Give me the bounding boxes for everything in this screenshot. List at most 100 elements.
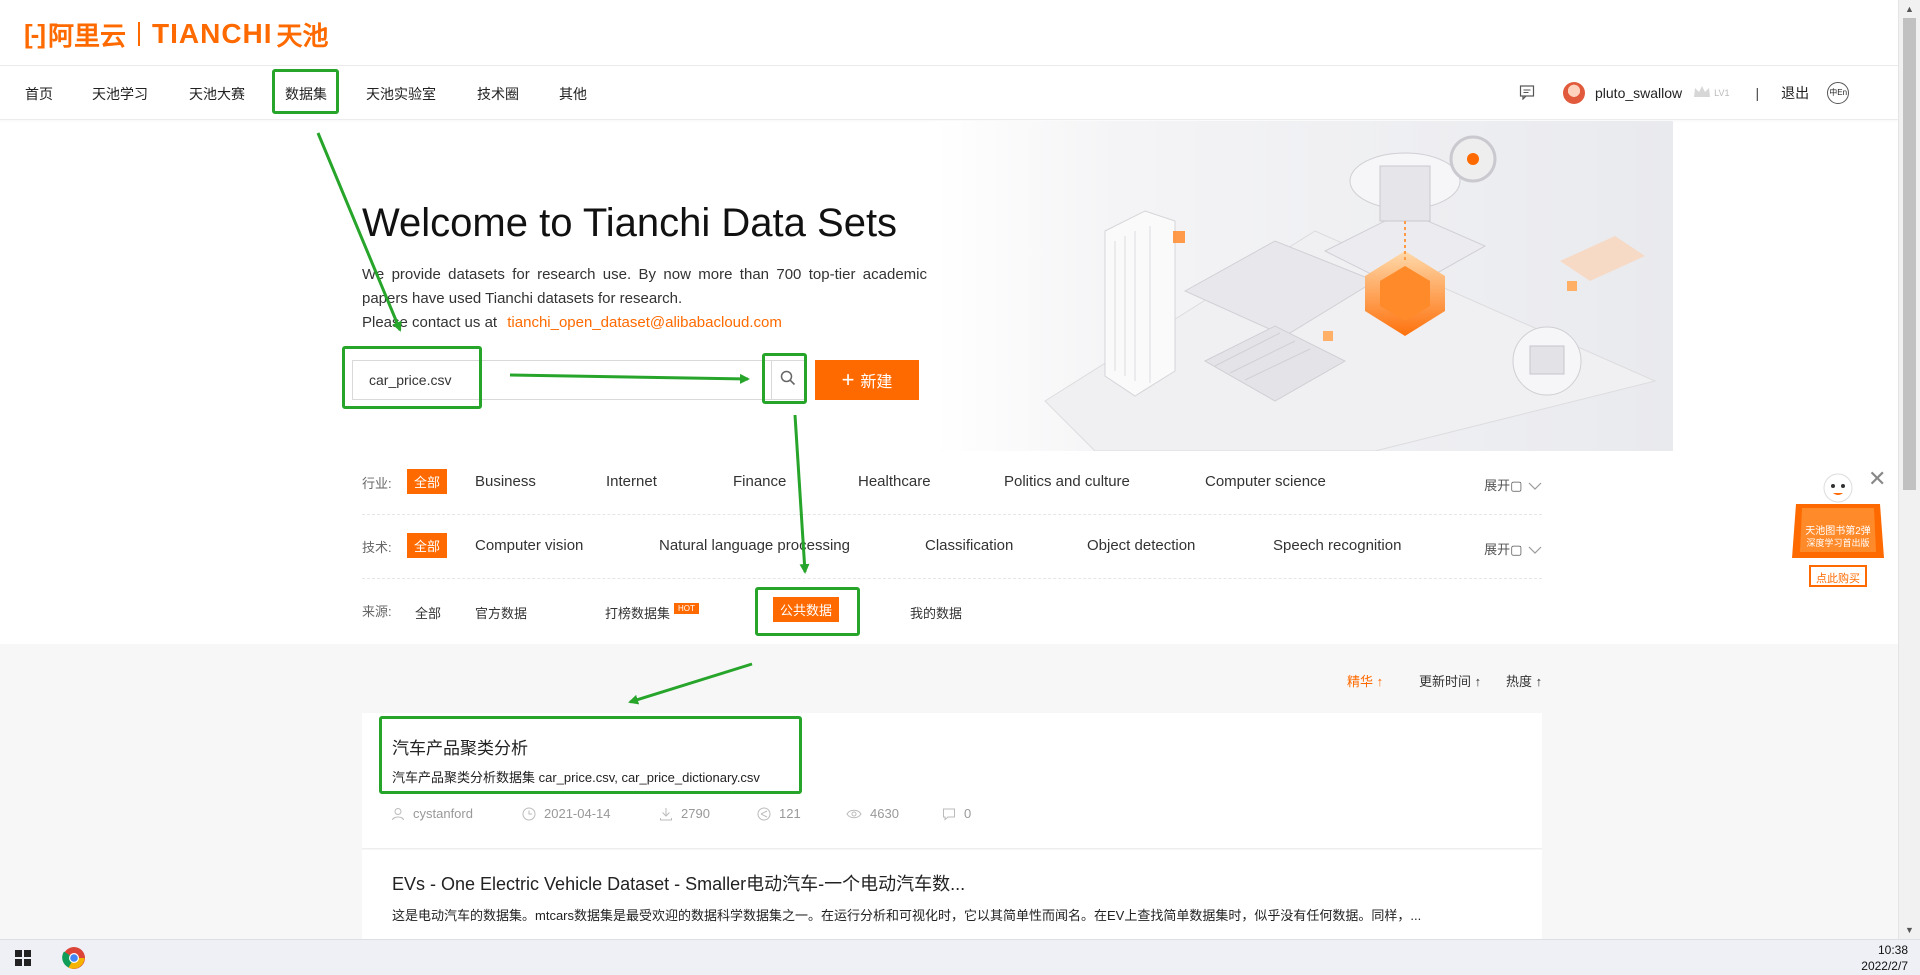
user-icon [392,807,404,820]
system-clock[interactable]: 10:38 2022/2/7 [1861,942,1908,974]
dataset-title[interactable]: 汽车产品聚类分析 [392,734,528,759]
tech-option-cv[interactable]: Computer vision [475,537,583,554]
dataset-shares-value: 121 [779,806,801,821]
clock-date: 2022/2/7 [1861,959,1908,973]
hero-section: Welcome to Tianchi Data Sets We provide … [0,121,1898,451]
list-item[interactable]: 汽车产品聚类分析 汽车产品聚类分析数据集 car_price.csv, car_… [362,713,1542,849]
share-icon [757,807,771,820]
list-item[interactable]: EVs - One Electric Vehicle Dataset - Sma… [362,850,1542,939]
top-header: [-] 阿里云 TIANCHI 天池 [0,0,1898,66]
tianchi-name: TIANCHI [152,18,273,49]
industry-filter-label: 行业: [362,476,392,491]
source-option-public[interactable]: 公共数据 [773,597,840,622]
main-nav: 首页 天池学习 天池大赛 数据集 天池实验室 技术圈 其他 pluto_swal… [0,66,1898,120]
language-icon[interactable]: 中En [1827,82,1850,104]
promo-subtitle: 深度学习首出版 [1806,538,1870,548]
search-icon [780,370,796,391]
dataset-downloads-value: 2790 [681,806,710,821]
level-badge: LV1 [1714,88,1730,98]
tianchi-cn-name: 天池 [276,20,329,51]
new-dataset-label: 新建 [860,374,893,391]
industry-option-healthcare[interactable]: Healthcare [858,473,931,490]
search-input[interactable] [353,361,733,399]
tech-filter-all[interactable]: 全部 [407,533,448,558]
nav-item-home[interactable]: 首页 [25,84,53,104]
dataset-views: 4630 [846,806,899,821]
new-dataset-button[interactable]: + 新建 [815,360,919,400]
hero-illustration [935,121,1673,451]
plus-icon: + [841,367,855,392]
promo-buy-button[interactable]: 点此购买 [1810,570,1866,586]
tech-expand-toggle[interactable]: 展开▢ [1484,539,1542,558]
promo-title: 天池图书第2弹 [1805,526,1871,537]
source-filter-label: 来源: [362,604,392,619]
hero-description-text: We provide datasets for research use. By… [362,266,927,307]
tech-option-object-detection[interactable]: Object detection [1087,537,1195,554]
industry-option-politics[interactable]: Politics and culture [1004,473,1130,490]
industry-expand-label: 展开▢ [1484,478,1523,493]
industry-option-business[interactable]: Business [475,473,536,490]
tech-filter-row: 技术: 全部 Computer vision Natural language … [362,515,1542,579]
source-option-mine[interactable]: 我的数据 [910,603,962,622]
source-option-leaderboard[interactable]: 打榜数据集 HOT [605,603,699,622]
industry-expand-toggle[interactable]: 展开▢ [1484,475,1542,494]
tianchi-logo[interactable]: [-] 阿里云 TIANCHI 天池 [24,18,329,51]
dataset-comments: 0 [942,806,971,821]
nav-item-tech-circle[interactable]: 技术圈 [477,84,519,104]
contact-email-link[interactable]: tianchi_open_dataset@alibabacloud.com [507,314,782,331]
logout-link[interactable]: 退出 [1781,83,1809,103]
page-scrollbar[interactable]: ▲ ▼ [1898,0,1920,939]
aliyun-name: 阿里云 [47,20,126,51]
dataset-author-name[interactable]: cystanford [413,806,473,821]
message-icon[interactable] [1519,84,1535,103]
industry-filter-all[interactable]: 全部 [407,469,448,494]
industry-option-internet[interactable]: Internet [606,473,657,490]
nav-item-lab[interactable]: 天池实验室 [366,84,436,104]
hot-badge: HOT [674,603,699,614]
dataset-description: 汽车产品聚类分析数据集 car_price.csv, car_price_dic… [392,770,760,785]
source-option-all[interactable]: 全部 [415,603,441,622]
industry-filter-row: 行业: 全部 Business Internet Finance Healthc… [362,451,1542,515]
scroll-thumb[interactable] [1903,18,1916,490]
page-title: Welcome to Tianchi Data Sets [362,201,898,245]
aliyun-mark: [-] [24,18,46,49]
contact-text: Please contact us at [362,314,498,331]
tech-expand-label: 展开▢ [1484,542,1523,557]
nav-divider: | [1755,85,1760,101]
windows-start-icon[interactable] [15,950,31,971]
chrome-icon[interactable] [62,946,86,975]
dataset-search-box [352,360,772,400]
tech-option-nlp[interactable]: Natural language processing [659,537,850,554]
source-option-official[interactable]: 官方数据 [475,603,527,622]
sort-updated[interactable]: 更新时间 ↑ [1419,671,1481,690]
dataset-shares: 121 [757,806,801,821]
tech-option-speech[interactable]: Speech recognition [1273,537,1401,554]
source-filter-row: 来源: 全部 官方数据 打榜数据集 HOT 公共数据 我的数据 [362,579,1542,643]
dataset-title[interactable]: EVs - One Electric Vehicle Dataset - Sma… [392,870,965,896]
search-button[interactable] [771,360,805,400]
sort-popular[interactable]: 热度 ↑ [1506,671,1542,690]
promo-close-icon[interactable]: ✕ [1868,466,1886,492]
dataset-date-value: 2021-04-14 [544,806,611,821]
nav-item-competitions[interactable]: 天池大赛 [189,84,245,104]
industry-option-cs[interactable]: Computer science [1205,473,1326,490]
sort-featured[interactable]: 精华 ↑ [1347,671,1383,690]
dataset-views-value: 4630 [870,806,899,821]
username[interactable]: pluto_swallow [1595,85,1682,101]
logo-divider [138,22,140,46]
tech-option-classification[interactable]: Classification [925,537,1013,554]
nav-item-learn[interactable]: 天池学习 [92,84,148,104]
industry-option-finance[interactable]: Finance [733,473,786,490]
comment-icon [943,808,955,821]
os-taskbar: 10:38 2022/2/7 [0,939,1920,975]
eye-icon [846,809,862,818]
hero-description: We provide datasets for research use. By… [362,263,927,335]
nav-item-datasets[interactable]: 数据集 [285,84,327,104]
avatar[interactable] [1563,82,1585,104]
chevron-down-icon [1528,546,1542,554]
scroll-down-icon[interactable]: ▼ [1905,925,1914,935]
tech-filter-label: 技术: [362,540,392,555]
nav-item-other[interactable]: 其他 [559,84,587,104]
source-option-leaderboard-label: 打榜数据集 [605,606,671,621]
scroll-up-icon[interactable]: ▲ [1905,4,1914,14]
